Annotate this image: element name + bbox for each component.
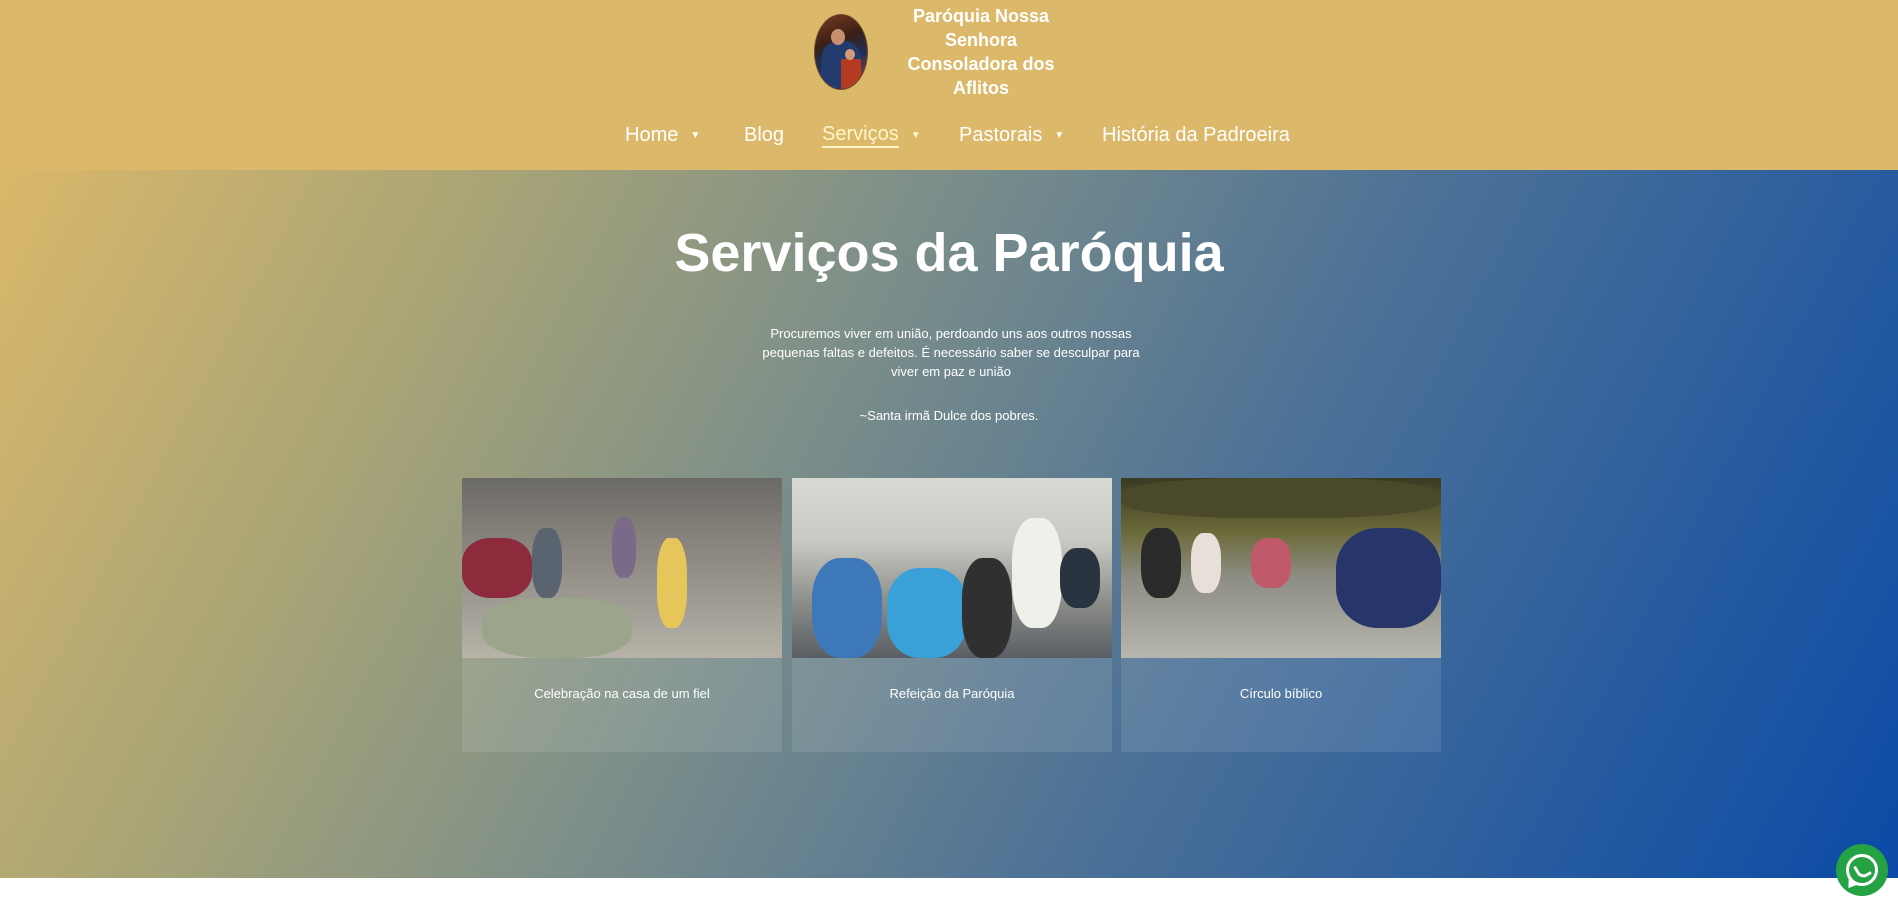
service-photo: [792, 478, 1112, 658]
service-card-caption: Círculo bíblico: [1239, 686, 1323, 701]
nav-item-home-label: Home: [625, 123, 679, 146]
logo-line-1: Paróquia Nossa Senhora: [912, 6, 1050, 50]
nav-item-home[interactable]: Home ▼: [625, 118, 700, 152]
chevron-down-icon: ▼: [910, 129, 921, 141]
whatsapp-button[interactable]: [1836, 844, 1888, 896]
nav-item-servicos[interactable]: Serviços ▼: [822, 118, 921, 152]
page-title: Serviços da Paróquia: [674, 223, 1224, 283]
service-card-caption: Celebração na casa de um fiel: [534, 686, 710, 701]
main-nav: Home ▼ Blog Serviços ▼ Pastorais ▼ Histó…: [0, 118, 1898, 152]
service-photo: [462, 478, 782, 658]
service-card-caption: Refeição da Paróquia: [889, 686, 1015, 701]
quote-author: ~Santa irmã Dulce dos pobres.: [859, 408, 1039, 423]
site-header: Paróquia Nossa Senhora Consoladora dos A…: [0, 0, 1898, 170]
nav-item-blog[interactable]: Blog: [744, 118, 784, 152]
nav-item-pastorais[interactable]: Pastorais ▼: [959, 118, 1064, 152]
chevron-down-icon: ▼: [1054, 129, 1065, 141]
nav-item-pastorais-label: Pastorais: [959, 123, 1043, 146]
service-card[interactable]: Celebração na casa de um fiel: [462, 478, 782, 752]
chevron-down-icon: ▼: [690, 129, 701, 141]
hero-section: Serviços da Paróquia Procuremos viver em…: [0, 170, 1898, 878]
service-card[interactable]: Círculo bíblico: [1121, 478, 1441, 752]
nav-item-historia-label: História da Padroeira: [1102, 123, 1290, 146]
site-logo[interactable]: Paróquia Nossa Senhora Consoladora dos A…: [814, 6, 1084, 98]
service-photo: [1121, 478, 1441, 658]
logo-text: Paróquia Nossa Senhora Consoladora dos A…: [878, 4, 1084, 100]
logo-line-2: Consoladora dos Aflitos: [907, 54, 1055, 98]
quote-text: Procuremos viver em união, perdoando uns…: [762, 326, 1140, 379]
service-card[interactable]: Refeição da Paróquia: [792, 478, 1112, 752]
our-lady-icon: [814, 14, 868, 90]
nav-item-servicos-label: Serviços: [822, 123, 899, 148]
whatsapp-icon: [1843, 854, 1878, 892]
nav-item-blog-label: Blog: [744, 123, 785, 146]
nav-item-historia[interactable]: História da Padroeira: [1102, 118, 1290, 152]
